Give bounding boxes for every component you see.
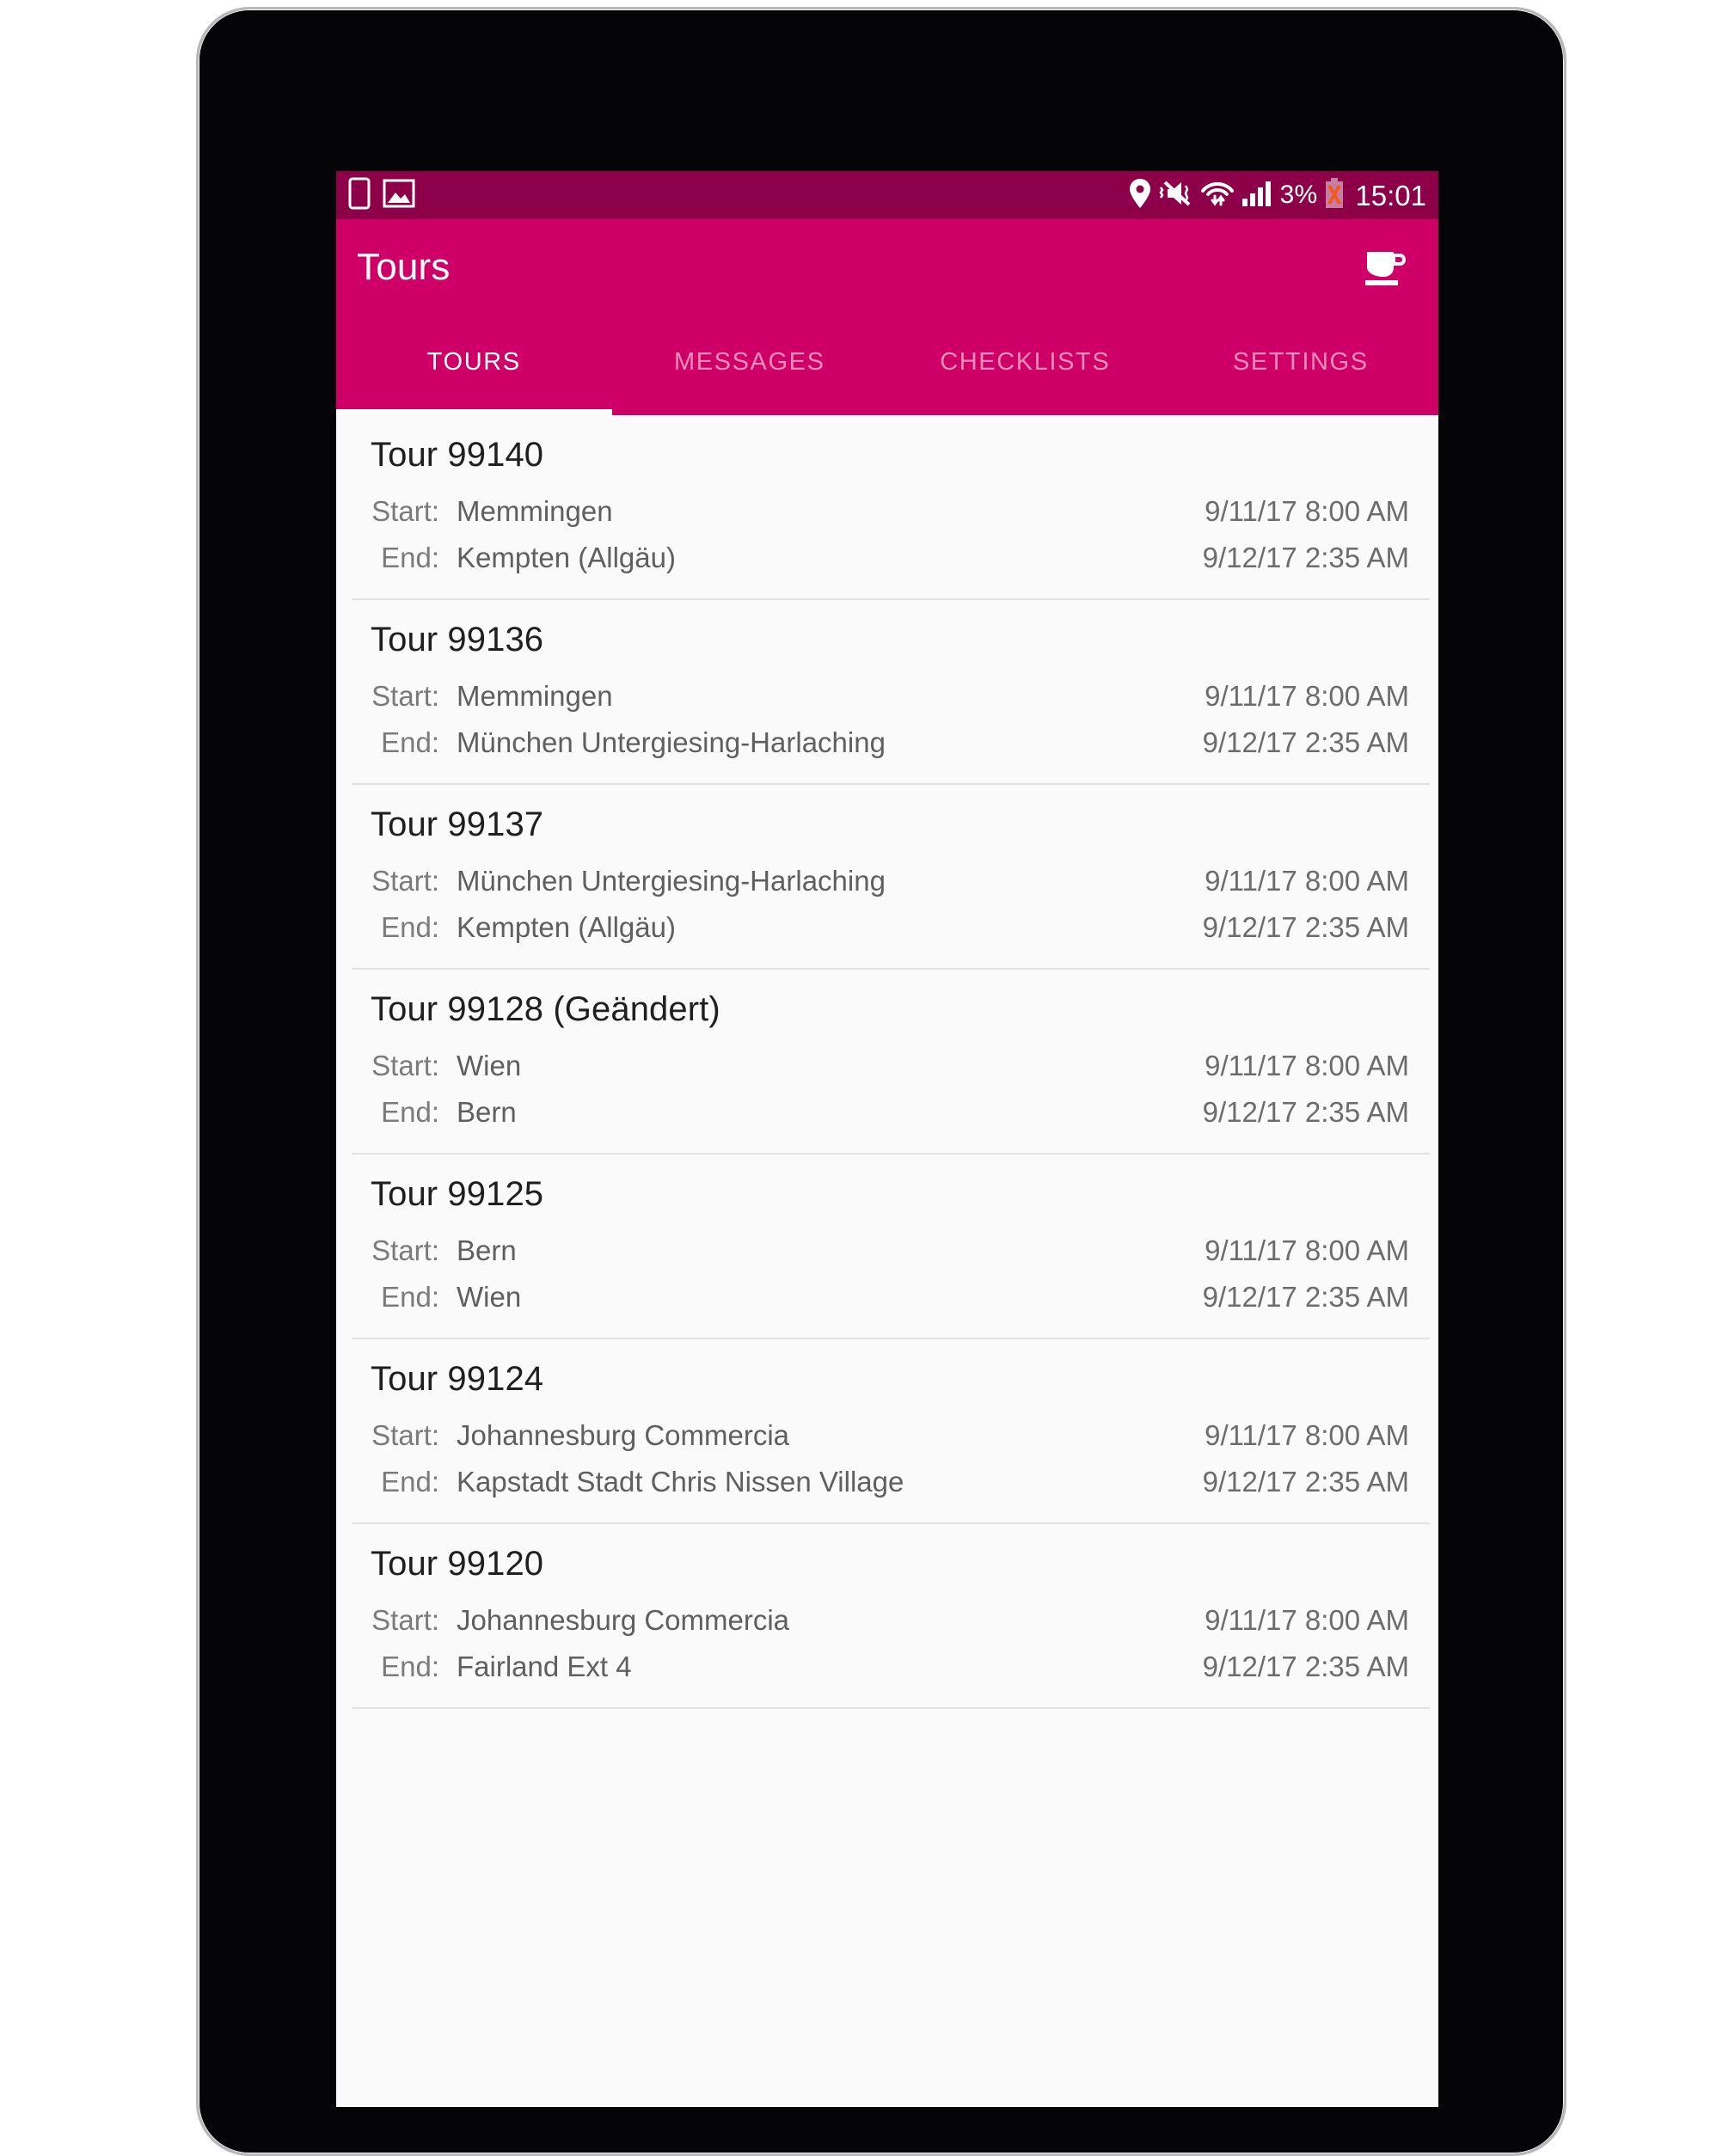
tour-title: Tour 99124 <box>371 1360 544 1398</box>
end-label: End: <box>381 1466 439 1498</box>
end-label: End: <box>381 726 439 758</box>
table-row[interactable]: Tour 99140 Start: Memmingen 9/11/17 8:00… <box>336 415 1438 600</box>
start-label: Start: <box>371 1050 439 1081</box>
tab-messages-label: MESSAGES <box>673 347 825 376</box>
tab-bar: TOURS MESSAGES CHECKLISTS SETTINGS <box>336 315 1438 415</box>
start-place: Wien <box>457 1050 522 1081</box>
tour-end-row: End: Fairland Ext 4 9/12/17 2:35 AM <box>355 1644 1419 1690</box>
table-row[interactable]: Tour 99124 Start: Johannesburg Commercia… <box>336 1339 1438 1524</box>
start-place: Johannesburg Commercia <box>457 1419 790 1451</box>
end-place: Kapstadt Stadt Chris Nissen Village <box>457 1466 904 1498</box>
device-frame: 3% 15:01 Tours TOURS MESSAGES CHECKLISTS… <box>196 7 1566 2156</box>
start-place: Memmingen <box>457 495 613 527</box>
app-bar: Tours <box>336 219 1438 315</box>
status-bar-left-icons <box>348 177 415 214</box>
status-bar: 3% 15:01 <box>336 171 1438 219</box>
tour-title: Tour 99128 (Geändert) <box>371 990 720 1028</box>
battery-low-icon <box>1325 177 1344 213</box>
end-time: 9/12/17 2:35 AM <box>1202 1651 1409 1682</box>
tab-checklists-label: CHECKLISTS <box>940 347 1111 376</box>
page-title: Tours <box>357 246 451 288</box>
tour-start-row: Start: Memmingen 9/11/17 8:00 AM <box>355 673 1419 720</box>
table-row[interactable]: Tour 99125 Start: Bern 9/11/17 8:00 AM E… <box>336 1155 1438 1339</box>
end-place: Fairland Ext 4 <box>457 1651 632 1682</box>
tab-tours-label: TOURS <box>426 347 521 376</box>
tour-title: Tour 99137 <box>371 805 544 843</box>
start-label: Start: <box>371 1604 439 1636</box>
tour-end-row: End: München Untergiesing-Harlaching 9/1… <box>355 720 1419 766</box>
start-place: München Untergiesing-Harlaching <box>457 865 886 897</box>
start-label: Start: <box>371 1419 439 1451</box>
end-time: 9/12/17 2:35 AM <box>1202 542 1409 573</box>
start-place: Johannesburg Commercia <box>457 1604 790 1636</box>
tab-settings-label: SETTINGS <box>1232 347 1369 376</box>
start-label: Start: <box>371 865 439 897</box>
end-label: End: <box>381 911 439 943</box>
table-row[interactable]: Tour 99128 (Geändert) Start: Wien 9/11/1… <box>336 970 1438 1155</box>
start-place: Bern <box>457 1234 517 1266</box>
tour-title: Tour 99140 <box>371 436 544 474</box>
end-label: End: <box>381 542 439 573</box>
tour-end-row: End: Wien 9/12/17 2:35 AM <box>355 1274 1419 1320</box>
start-time: 9/11/17 8:00 AM <box>1205 1419 1409 1451</box>
tour-start-row: Start: Wien 9/11/17 8:00 AM <box>355 1043 1419 1089</box>
battery-percent-label: 3% <box>1279 181 1318 209</box>
end-place: Kempten (Allgäu) <box>457 911 676 943</box>
status-bar-clock: 15:01 <box>1355 179 1426 211</box>
end-label: End: <box>381 1096 439 1128</box>
phone-screen: 3% 15:01 Tours TOURS MESSAGES CHECKLISTS… <box>336 171 1438 2107</box>
tour-start-row: Start: Bern 9/11/17 8:00 AM <box>355 1228 1419 1274</box>
start-time: 9/11/17 8:00 AM <box>1205 680 1409 712</box>
end-label: End: <box>381 1281 439 1313</box>
wifi-transfer-icon <box>1200 179 1234 212</box>
tour-title: Tour 99120 <box>371 1545 544 1583</box>
tour-start-row: Start: Johannesburg Commercia 9/11/17 8:… <box>355 1597 1419 1644</box>
start-label: Start: <box>371 495 439 527</box>
end-time: 9/12/17 2:35 AM <box>1202 1096 1409 1128</box>
tab-tours[interactable]: TOURS <box>336 315 612 415</box>
tab-messages[interactable]: MESSAGES <box>612 315 888 415</box>
start-time: 9/11/17 8:00 AM <box>1205 1234 1409 1266</box>
tour-list: Tour 99140 Start: Memmingen 9/11/17 8:00… <box>336 415 1438 1709</box>
tour-title: Tour 99125 <box>371 1175 544 1213</box>
start-place: Memmingen <box>457 680 613 712</box>
end-time: 9/12/17 2:35 AM <box>1202 1281 1409 1313</box>
start-time: 9/11/17 8:00 AM <box>1205 1050 1409 1081</box>
end-place: Wien <box>457 1281 522 1313</box>
device-icon <box>348 177 371 214</box>
tour-start-row: Start: Johannesburg Commercia 9/11/17 8:… <box>355 1412 1419 1459</box>
end-place: München Untergiesing-Harlaching <box>457 726 886 758</box>
signal-bars-icon <box>1241 180 1272 211</box>
coffee-cup-icon[interactable] <box>1354 237 1414 297</box>
tour-start-row: Start: München Untergiesing-Harlaching 9… <box>355 858 1419 904</box>
start-time: 9/11/17 8:00 AM <box>1205 865 1409 897</box>
end-place: Kempten (Allgäu) <box>457 542 676 573</box>
tab-settings[interactable]: SETTINGS <box>1163 315 1439 415</box>
table-row[interactable]: Tour 99137 Start: München Untergiesing-H… <box>336 785 1438 970</box>
start-label: Start: <box>371 1234 439 1266</box>
tour-end-row: End: Bern 9/12/17 2:35 AM <box>355 1089 1419 1136</box>
location-pin-icon <box>1129 178 1151 213</box>
tour-end-row: End: Kempten (Allgäu) 9/12/17 2:35 AM <box>355 535 1419 581</box>
start-label: Start: <box>371 680 439 712</box>
tour-end-row: End: Kempten (Allgäu) 9/12/17 2:35 AM <box>355 904 1419 951</box>
end-time: 9/12/17 2:35 AM <box>1202 1466 1409 1498</box>
table-row[interactable]: Tour 99136 Start: Memmingen 9/11/17 8:00… <box>336 600 1438 785</box>
tab-checklists[interactable]: CHECKLISTS <box>887 315 1163 415</box>
start-time: 9/11/17 8:00 AM <box>1205 495 1409 527</box>
end-time: 9/12/17 2:35 AM <box>1202 726 1409 758</box>
end-label: End: <box>381 1651 439 1682</box>
end-place: Bern <box>457 1096 517 1128</box>
image-icon <box>383 179 415 212</box>
vibrate-mute-icon <box>1159 179 1193 212</box>
start-time: 9/11/17 8:00 AM <box>1205 1604 1409 1636</box>
end-time: 9/12/17 2:35 AM <box>1202 911 1409 943</box>
tour-start-row: Start: Memmingen 9/11/17 8:00 AM <box>355 488 1419 535</box>
status-bar-right-icons: 3% 15:01 <box>1129 177 1426 213</box>
tour-title: Tour 99136 <box>371 621 544 658</box>
tour-end-row: End: Kapstadt Stadt Chris Nissen Village… <box>355 1459 1419 1505</box>
table-row[interactable]: Tour 99120 Start: Johannesburg Commercia… <box>336 1524 1438 1709</box>
